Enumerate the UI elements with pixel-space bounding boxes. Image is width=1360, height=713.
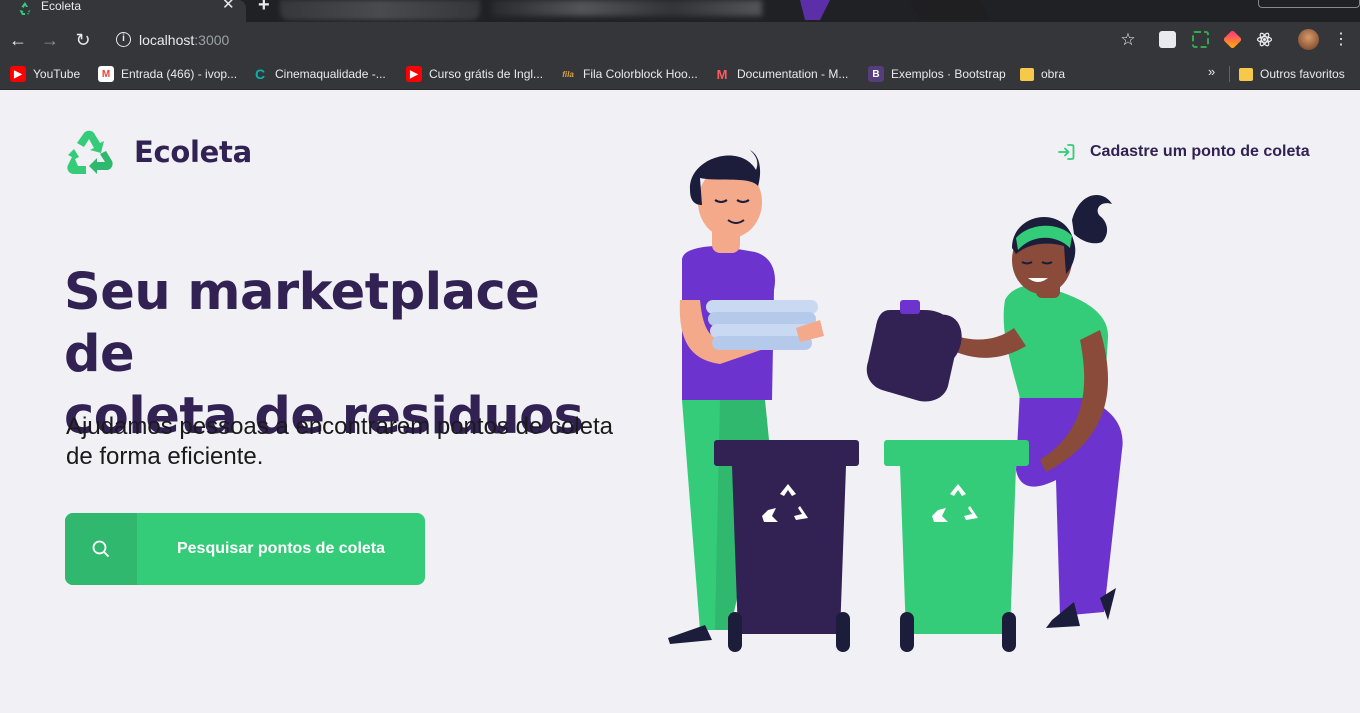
bookmark-star-icon[interactable]: ☆ bbox=[1118, 30, 1138, 50]
decorative-tab-shape bbox=[800, 0, 990, 20]
bookmark-label: Documentation - M... bbox=[737, 67, 849, 81]
extension-icon[interactable] bbox=[1192, 31, 1209, 48]
bookmark-other-favorites[interactable]: Outros favoritos bbox=[1239, 64, 1345, 84]
extension-icon[interactable] bbox=[1222, 29, 1243, 50]
menu-kebab-icon[interactable]: ⋮ bbox=[1331, 30, 1351, 50]
blurred-tab[interactable] bbox=[280, 0, 480, 20]
bookmark-label: Exemplos · Bootstrap bbox=[891, 67, 1006, 81]
hero-title-line: Seu marketplace de bbox=[64, 263, 540, 384]
bookmark-gmail[interactable]: M Entrada (466) - ivop... bbox=[98, 64, 237, 84]
bookmark-label: Curso grátis de Ingl... bbox=[429, 67, 544, 81]
youtube-icon: ▶ bbox=[10, 66, 26, 82]
more-bookmarks-chevron-icon[interactable]: » bbox=[1208, 62, 1215, 82]
url-host: localhost bbox=[139, 32, 195, 48]
bookmark-label: Entrada (466) - ivop... bbox=[121, 67, 238, 81]
fila-icon: fila bbox=[562, 69, 574, 79]
bookmarks-bar: ▶ YouTube M Entrada (466) - ivop... C Ci… bbox=[0, 58, 1360, 90]
bookmark-label: Cinemaqualidade -... bbox=[275, 67, 386, 81]
search-icon bbox=[92, 540, 109, 557]
home-page: Ecoleta Cadastre um ponto de coleta Seu … bbox=[0, 90, 1360, 713]
bookmark-obra[interactable]: obra bbox=[1020, 64, 1065, 84]
bookmark-label: Fila Colorblock Hoo... bbox=[583, 67, 698, 81]
recycle-favicon-icon bbox=[19, 2, 31, 15]
bookmark-curso[interactable]: ▶ Curso grátis de Ingl... bbox=[406, 64, 543, 84]
bookmark-label: Outros favoritos bbox=[1260, 67, 1345, 81]
folder-icon bbox=[1020, 67, 1034, 81]
reload-icon[interactable]: ↻ bbox=[73, 30, 93, 50]
bootstrap-icon: B bbox=[868, 66, 884, 82]
site-info-icon[interactable]: i bbox=[116, 32, 131, 47]
browser-toolbar: ← → ↻ i localhost:3000 ☆ ⋮ bbox=[0, 22, 1360, 58]
cinema-icon: C bbox=[254, 66, 266, 82]
new-tab-button[interactable]: + bbox=[258, 0, 270, 15]
tab-ecoleta[interactable]: Ecoleta ✕ bbox=[0, 0, 246, 22]
search-collection-points-button[interactable]: Pesquisar pontos de coleta bbox=[65, 513, 425, 585]
brand-logo[interactable]: Ecoleta bbox=[64, 129, 252, 175]
url-port: :3000 bbox=[194, 32, 230, 48]
bookmark-fila[interactable]: fila Fila Colorblock Hoo... bbox=[560, 64, 698, 84]
recycling-people-illustration bbox=[668, 150, 1123, 652]
bookmark-bootstrap[interactable]: B Exemplos · Bootstrap bbox=[868, 64, 1006, 84]
youtube-icon: ▶ bbox=[406, 66, 422, 82]
jug bbox=[866, 300, 962, 402]
green-bin bbox=[884, 440, 1029, 652]
window-controls[interactable] bbox=[1258, 0, 1360, 8]
brand-name: Ecoleta bbox=[134, 135, 252, 169]
search-icon-wrapper bbox=[65, 513, 137, 585]
blurred-tab[interactable] bbox=[492, 0, 762, 16]
bookmark-label: YouTube bbox=[33, 67, 81, 81]
react-devtools-icon[interactable] bbox=[1256, 31, 1273, 48]
search-button-label: Pesquisar pontos de coleta bbox=[176, 540, 386, 557]
dark-bin bbox=[714, 440, 859, 652]
tab-title: Ecoleta bbox=[41, 0, 82, 13]
bookmark-documentation[interactable]: M Documentation - M... bbox=[714, 64, 849, 84]
bookmarks-divider bbox=[1229, 66, 1230, 82]
browser-tab-bar: Ecoleta ✕ + bbox=[0, 0, 1360, 22]
bookmark-label: obra bbox=[1041, 67, 1066, 81]
back-arrow-icon[interactable]: ← bbox=[8, 30, 28, 50]
forward-arrow-icon[interactable]: → bbox=[40, 30, 60, 50]
bookmark-youtube[interactable]: ▶ YouTube bbox=[10, 64, 80, 84]
profile-avatar[interactable] bbox=[1298, 29, 1319, 50]
recycle-logo-icon bbox=[67, 130, 113, 174]
folder-icon bbox=[1239, 67, 1253, 81]
extension-icon[interactable] bbox=[1159, 31, 1176, 48]
bookmark-cinemaqualidade[interactable]: C Cinemaqualidade -... bbox=[252, 64, 386, 84]
material-icon: M bbox=[716, 66, 728, 82]
tab-close-icon[interactable]: ✕ bbox=[222, 0, 235, 13]
address-bar[interactable]: localhost:3000 bbox=[139, 32, 229, 48]
gmail-icon: M bbox=[98, 66, 114, 82]
hero-subtitle: Ajudamos pessoas a encontrarem pontos de… bbox=[66, 413, 613, 470]
